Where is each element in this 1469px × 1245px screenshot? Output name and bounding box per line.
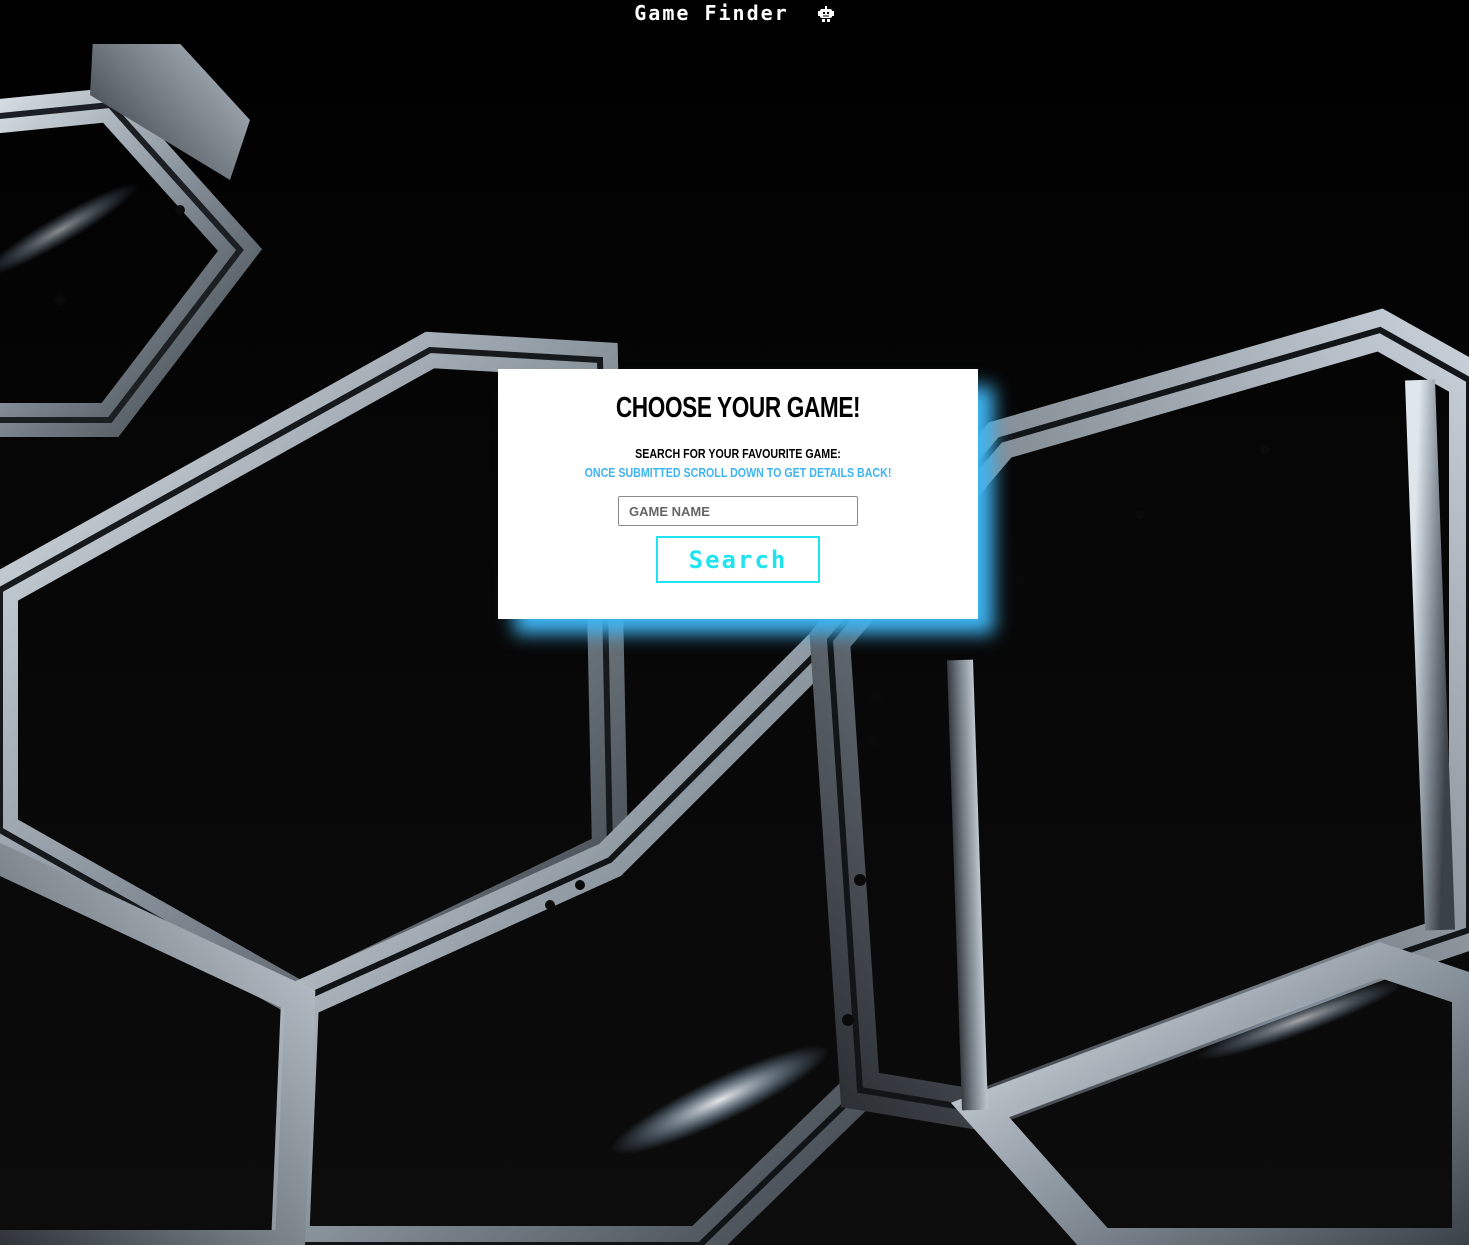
card-hint: ONCE SUBMITTED SCROLL DOWN TO GET DETAIL… bbox=[584, 465, 892, 480]
robot-icon bbox=[817, 3, 835, 29]
search-card: CHOOSE YOUR GAME! SEARCH FOR YOUR FAVOUR… bbox=[498, 369, 978, 619]
card-title: CHOOSE YOUR GAME! bbox=[615, 392, 861, 424]
card-subtitle: SEARCH FOR YOUR FAVOURITE GAME: bbox=[635, 446, 841, 461]
brand-title[interactable]: Game Finder bbox=[0, 0, 1469, 28]
brand-title-text: Game Finder bbox=[634, 1, 789, 25]
game-name-input[interactable] bbox=[618, 496, 858, 526]
page: Game Finder CHOOSE YOUR GAME! SEARCH FOR… bbox=[0, 0, 1469, 1245]
search-button[interactable]: Search bbox=[656, 536, 820, 583]
